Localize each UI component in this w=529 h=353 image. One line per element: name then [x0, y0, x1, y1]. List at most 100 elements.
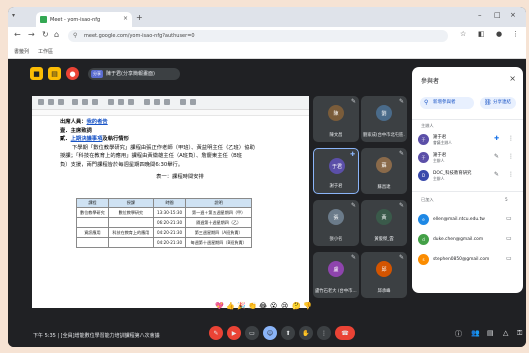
info-icon[interactable]: ⓘ	[455, 329, 462, 339]
lock-icon[interactable]: ⚿	[517, 329, 522, 338]
tile-mic-icon: ✎	[398, 150, 404, 157]
party-reaction-icon[interactable]: 🎉	[237, 302, 246, 310]
back-icon[interactable]: ←	[14, 30, 21, 39]
add-icon[interactable]: ✚	[350, 151, 355, 158]
add-participant-button[interactable]: ⚲ 新增參與者	[420, 97, 474, 109]
home-icon[interactable]: ⌂	[54, 30, 59, 39]
thumbs-down-reaction-icon[interactable]: 👎	[303, 302, 312, 310]
captions-button[interactable]: ▭	[245, 326, 259, 340]
shape-icon[interactable]: ■	[30, 67, 43, 80]
participant-tile[interactable]: ✎ 陳 陳文昌	[313, 96, 359, 142]
tile-mic-icon: ✎	[398, 202, 404, 209]
camera-off-button[interactable]: ▶	[227, 326, 241, 340]
avatar: 黃	[376, 209, 392, 225]
table-row: 數位教學研究 數位教學研究 13:30-15:30 第一週＋第五週星期四（甲）	[76, 207, 252, 218]
avatar: s	[418, 254, 429, 265]
browser-tab[interactable]: Meet - yom-isao-nfg ×	[36, 12, 132, 27]
thinking-reaction-icon[interactable]: 🤔	[292, 302, 301, 310]
participant-tile[interactable]: ✎ 張 張小名	[313, 200, 359, 246]
chat-icon[interactable]: ▭	[506, 215, 512, 222]
lock-icon: ⚲	[73, 32, 78, 39]
participant-role: 主辦人	[433, 158, 445, 163]
table-row: 資訊應用 科技在教育上的應用 04:20-21:30 第三週星期四（A班負責）	[76, 227, 252, 238]
participant-row[interactable]: e ellen@mail.ntcu.edu.tw ▭	[418, 213, 518, 227]
address-row: ← → ↻ ⌂ ⚲ meet.google.com/yom-isao-nfg?a…	[8, 27, 526, 45]
reload-icon[interactable]: ↻	[42, 30, 49, 39]
thumbs-up-reaction-icon[interactable]: 👍	[226, 302, 235, 310]
close-window-button[interactable]: ×	[510, 11, 516, 19]
doc-paragraph-line: 授課；「科技在教育上的應用」課程由黃徽雄主任（A班負）、詹慶東主任（B班	[60, 153, 243, 160]
meet-stage: ■ ▤ ● 分享 陳于君(分享簡報畫面) 出席人員：我的者告 壹．主席致詞 貳．…	[8, 59, 526, 347]
table-cell: 13:30-15:30	[152, 207, 187, 218]
close-icon[interactable]: ×	[509, 74, 516, 83]
laugh-reaction-icon[interactable]: 😂	[259, 302, 267, 310]
record-icon[interactable]: ●	[66, 67, 79, 80]
profile-icon[interactable]: ●	[496, 30, 502, 38]
table-header: 課程	[76, 198, 109, 208]
share-link-button[interactable]: ⛓ 分享連結	[480, 97, 516, 109]
attendees-link[interactable]: 我的者告	[87, 119, 108, 125]
participant-name: 盧竹石老大 (台中市…)	[315, 289, 357, 294]
participant-name: 劉家成(台中市北屯區…)	[363, 133, 405, 138]
note-icon[interactable]: ▤	[48, 67, 61, 80]
table-cell: 04:20-21:30	[152, 227, 187, 238]
activities-icon[interactable]: △	[503, 329, 508, 337]
tab-search-icon[interactable]: ▾	[12, 12, 15, 19]
chat-icon[interactable]: ▤	[487, 329, 494, 337]
table-header: 說明	[185, 198, 252, 208]
forward-icon[interactable]: →	[28, 30, 35, 39]
table-cell	[76, 217, 109, 228]
participant-tile[interactable]: ✎ 蘇 蘇昌達	[361, 148, 407, 194]
doc-tool-icon	[154, 99, 160, 105]
sad-reaction-icon[interactable]: 😢	[281, 302, 288, 310]
bookmark-item[interactable]: 工作區	[38, 48, 53, 55]
doc-tool-icon	[38, 99, 44, 105]
mic-off-icon[interactable]: ✎	[494, 153, 499, 160]
star-icon[interactable]: ☆	[460, 30, 466, 38]
more-icon[interactable]: ⋮	[508, 135, 514, 142]
surprised-reaction-icon[interactable]: 😮	[270, 302, 277, 310]
participant-row[interactable]: d duke.chen@gmail.com ▭	[418, 233, 518, 247]
participant-name: 謝于君	[329, 184, 343, 189]
avatar: 蘇	[376, 157, 392, 173]
participant-tile[interactable]: ✎ 黃 黃俊傑_雲	[361, 200, 407, 246]
present-button[interactable]: ⬆	[281, 326, 295, 340]
mic-off-button[interactable]: ✎	[209, 326, 223, 340]
chat-icon[interactable]: ▭	[506, 255, 512, 262]
participant-row[interactable]: s stephen0850@gmail.com ▭	[418, 253, 518, 267]
raise-hand-button[interactable]: ✋	[299, 326, 313, 340]
chat-icon[interactable]: ▭	[506, 235, 512, 242]
presenter-chip[interactable]: 分享 陳于君(分享簡報畫面)	[88, 68, 180, 80]
shared-document: 出席人員：我的者告 壹．主席致詞 貳．上期決議事項及執行情形 下學期「數位教學研…	[32, 96, 309, 308]
participant-tile-active[interactable]: ✚ 于君 謝于君	[313, 148, 359, 194]
participant-role: 主辦人	[433, 176, 445, 181]
participant-row[interactable]: 于 謝于君 主辦人 ✎ ⋮	[418, 151, 518, 165]
more-options-button[interactable]: ⋮	[317, 326, 331, 340]
participant-row[interactable]: 于 謝于君 會議主辦人 ✚ ⋮	[418, 133, 518, 147]
address-bar[interactable]: ⚲ meet.google.com/yom-isao-nfg?authuser=…	[68, 30, 448, 42]
leave-call-button[interactable]: ☎	[335, 326, 355, 340]
extensions-icon[interactable]: ◧	[478, 30, 485, 38]
hosts-section-label: 主辦人	[421, 123, 434, 128]
table-header-row: 課程 授課 時間 說明	[76, 198, 252, 208]
pin-icon[interactable]: ✚	[494, 135, 499, 142]
resolution-link[interactable]: 上期決議事項	[71, 136, 103, 142]
more-icon[interactable]: ⋮	[508, 153, 514, 160]
reactions-button[interactable]: ☺	[263, 326, 277, 340]
heart-reaction-icon[interactable]: 💖	[215, 302, 224, 310]
participant-tile[interactable]: ✎ 盧 盧竹石老大 (台中市…)	[313, 252, 359, 298]
tab-close-icon[interactable]: ×	[123, 15, 128, 22]
mic-off-icon[interactable]: ✎	[494, 171, 499, 178]
participant-tile[interactable]: ✎ 劉 劉家成(台中市北屯區…)	[361, 96, 407, 142]
clap-reaction-icon[interactable]: 👏	[248, 302, 257, 310]
minimize-button[interactable]: –	[478, 11, 482, 19]
maximize-button[interactable]: □	[494, 11, 501, 19]
bookmark-item[interactable]: 書籤列	[14, 48, 29, 55]
new-tab-button[interactable]: +	[136, 13, 143, 22]
address-text: meet.google.com/yom-isao-nfg?authuser=0	[84, 33, 195, 39]
more-icon[interactable]: ⋮	[508, 171, 514, 178]
participant-row[interactable]: D DOC_科技教育研究 主辦人 ✎ ⋮	[418, 169, 518, 183]
menu-icon[interactable]: ⋮	[512, 30, 519, 38]
people-icon[interactable]: 👥	[471, 329, 480, 337]
participant-tile[interactable]: ✎ 邱 邱承峰	[361, 252, 407, 298]
